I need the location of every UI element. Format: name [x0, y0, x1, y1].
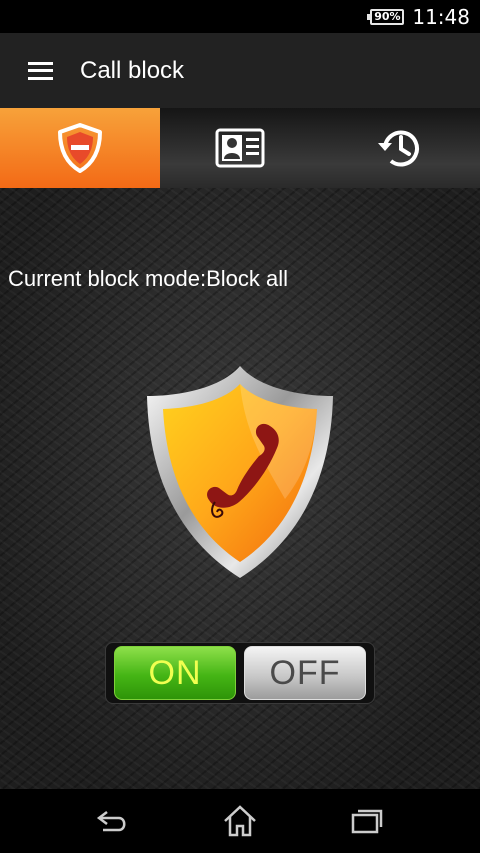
main-content: Current block mode:Block all ON OFF — [0, 188, 480, 789]
tab-bar — [0, 108, 480, 188]
recents-button[interactable] — [337, 796, 397, 846]
back-icon — [97, 811, 126, 832]
home-icon — [224, 805, 256, 837]
menu-button[interactable] — [0, 33, 80, 108]
recents-icon — [351, 809, 382, 834]
block-toggle: ON OFF — [105, 642, 375, 704]
block-mode-text: Current block mode:Block all — [8, 266, 289, 291]
contact-card-icon — [215, 128, 265, 168]
home-button[interactable] — [210, 796, 270, 846]
on-button[interactable]: ON — [114, 646, 236, 700]
app-bar: Call block — [0, 33, 480, 108]
clock: 11:48 — [412, 4, 470, 29]
battery-icon: 90% — [367, 8, 405, 25]
shield-phone-icon — [147, 366, 333, 578]
tab-contacts[interactable] — [160, 108, 320, 188]
tab-block[interactable] — [0, 108, 160, 188]
shield-minus-icon — [58, 123, 102, 173]
tab-history[interactable] — [320, 108, 480, 188]
off-button[interactable]: OFF — [244, 646, 366, 700]
back-button[interactable] — [83, 796, 143, 846]
battery-level: 90% — [374, 10, 401, 23]
history-icon — [378, 130, 419, 167]
hamburger-menu-icon — [27, 61, 53, 80]
navigation-bar — [0, 789, 480, 853]
status-bar: 90% 11:48 — [0, 0, 480, 33]
app-title: Call block — [80, 56, 185, 84]
